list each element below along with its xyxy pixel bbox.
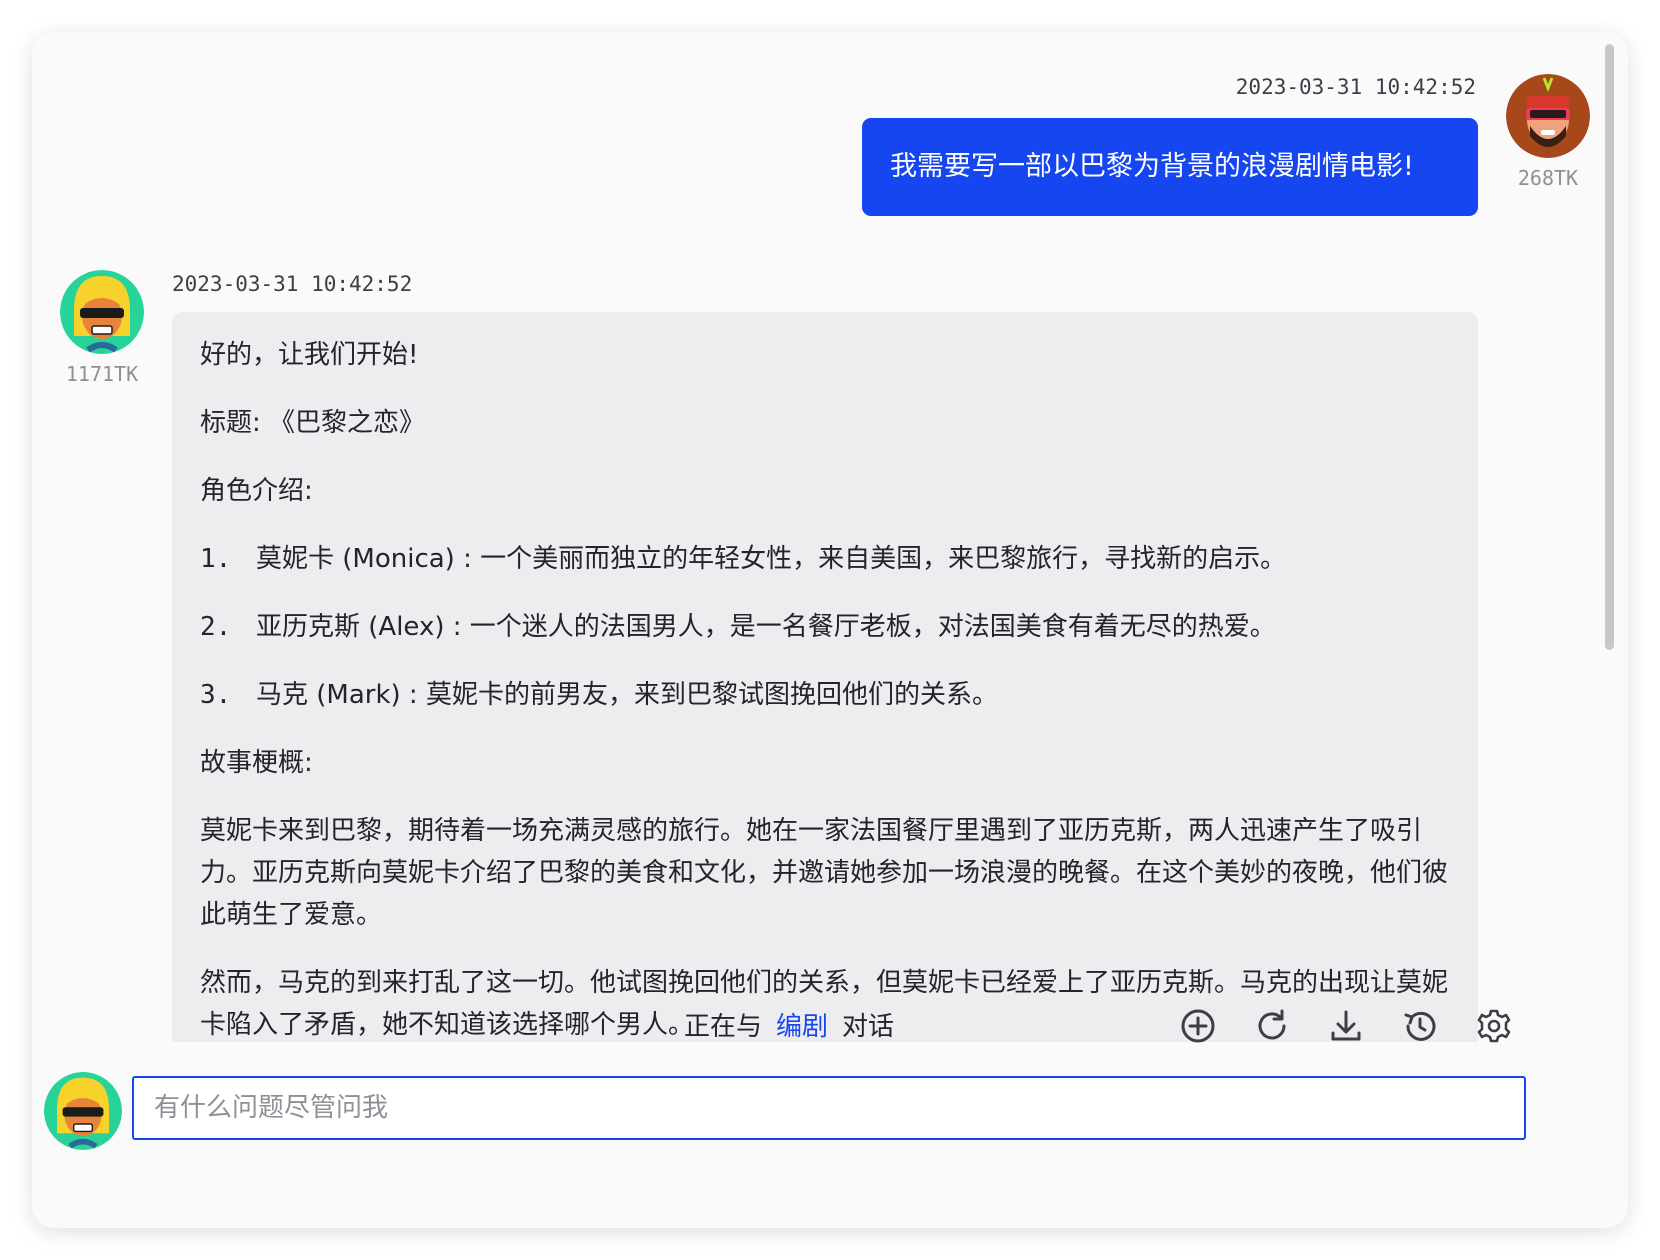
list-item-text: 莫妮卡 (Monica) : 一个美丽而独立的年轻女性，来自美国，来巴黎旅行，寻… (256, 544, 1287, 574)
refresh-icon[interactable] (1252, 1006, 1292, 1046)
list-item-number: 2. (200, 612, 232, 642)
user-avatar (1506, 74, 1590, 158)
roles-heading: 角色介绍: (200, 476, 313, 506)
bot-token-count: 1171TK (65, 362, 139, 386)
list-item-text: 马克 (Mark) : 莫妮卡的前男友，来到巴黎试图挽回他们的关系。 (256, 680, 998, 710)
status-suffix: 对话 (842, 1012, 895, 1042)
message-input[interactable] (132, 1076, 1526, 1140)
scrollbar[interactable] (1605, 44, 1614, 650)
add-circle-icon[interactable] (1178, 1006, 1218, 1046)
roles-list: 1. 莫妮卡 (Monica) : 一个美丽而独立的年轻女性，来自美国，来巴黎旅行… (200, 538, 1450, 716)
bot-message-timestamp: 2023-03-31 10:42:52 (172, 272, 413, 296)
settings-icon[interactable] (1474, 1006, 1514, 1046)
conversation-area[interactable]: 2023-03-31 10:42:52 我需要写一部以巴黎为背景的浪漫剧情电影!… (32, 32, 1628, 1042)
status-prefix: 正在与 (684, 1012, 763, 1042)
download-icon[interactable] (1326, 1006, 1366, 1046)
list-item: 2. 亚历克斯 (Alex) : 一个迷人的法国男人，是一名餐厅老板，对法国美食有… (200, 606, 1450, 648)
user-message-bubble: 我需要写一部以巴黎为背景的浪漫剧情电影! (862, 118, 1478, 216)
history-icon[interactable] (1400, 1006, 1440, 1046)
story-paragraph-1: 莫妮卡来到巴黎，期待着一场充满灵感的旅行。她在一家法国餐厅里遇到了亚历克斯，两人… (200, 816, 1449, 930)
list-item-text: 亚历克斯 (Alex) : 一个迷人的法国男人，是一名餐厅老板，对法国美食有着无… (256, 612, 1276, 642)
status-role[interactable]: 编剧 (776, 1012, 828, 1042)
current-user-avatar (44, 1072, 122, 1150)
bot-title-line: 标题: 《巴黎之恋》 (200, 408, 426, 438)
chat-window: 2023-03-31 10:42:52 我需要写一部以巴黎为背景的浪漫剧情电影!… (32, 32, 1628, 1228)
bot-greeting: 好的，让我们开始! (200, 340, 419, 370)
user-token-count: 268TK (1517, 166, 1579, 190)
user-message-timestamp: 2023-03-31 10:42:52 (1235, 75, 1476, 99)
list-item: 3. 马克 (Mark) : 莫妮卡的前男友，来到巴黎试图挽回他们的关系。 (200, 674, 1450, 716)
bot-avatar (60, 270, 144, 354)
list-item-number: 1. (200, 544, 232, 574)
list-item-number: 3. (200, 680, 232, 710)
story-heading: 故事梗概: (200, 748, 313, 778)
list-item: 1. 莫妮卡 (Monica) : 一个美丽而独立的年轻女性，来自美国，来巴黎旅行… (200, 538, 1450, 580)
bot-message-bubble: 好的，让我们开始! 标题: 《巴黎之恋》 角色介绍: 1. 莫妮卡 (Monica… (172, 312, 1478, 1042)
status-text: 正在与 编剧 对话 (684, 1006, 894, 1043)
